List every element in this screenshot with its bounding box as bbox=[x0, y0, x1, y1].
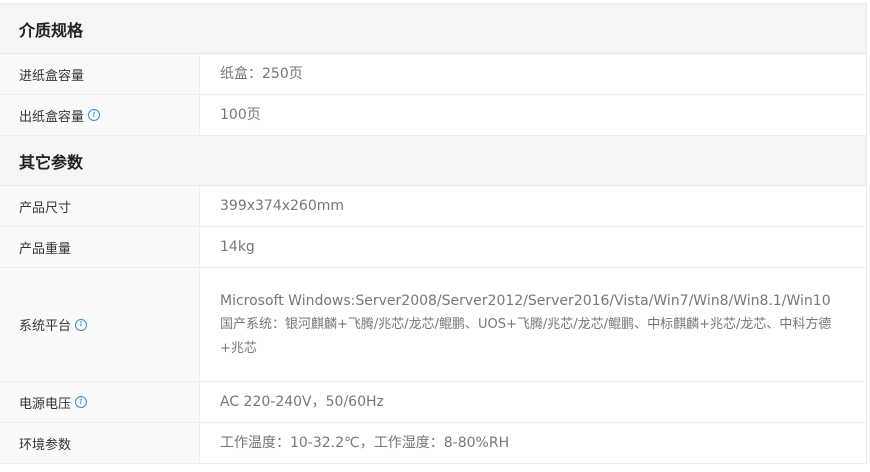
info-icon[interactable]: i bbox=[75, 396, 88, 408]
spec-row-input-tray: 进纸盒容量 纸盒：250页 bbox=[0, 54, 866, 95]
spec-label: 环境参数 bbox=[0, 423, 200, 463]
spec-value: 100页 bbox=[220, 107, 261, 123]
label-text: 出纸盒容量 bbox=[19, 109, 85, 125]
spec-value: Microsoft Windows:Server2008/Server2012/… bbox=[200, 268, 866, 381]
section-header-other: 其它参数 bbox=[0, 136, 866, 186]
os-windows-text: Microsoft Windows:Server2008/Server2012/… bbox=[220, 292, 831, 309]
label-text: 系统平台 bbox=[19, 319, 72, 334]
label-text: 产品重量 bbox=[19, 241, 72, 257]
spec-value: 14kg bbox=[220, 239, 255, 255]
spec-label: 系统平台 i bbox=[0, 268, 200, 381]
info-icon[interactable]: i bbox=[75, 318, 88, 331]
spec-label: 产品尺寸 bbox=[0, 186, 200, 226]
section-title: 介质规格 bbox=[19, 20, 84, 40]
spec-row-weight: 产品重量 14kg bbox=[0, 227, 866, 268]
section-title: 其它参数 bbox=[19, 152, 84, 172]
label-text: 进纸盒容量 bbox=[19, 68, 85, 84]
spec-row-output-tray: 出纸盒容量 i 100页 bbox=[0, 95, 866, 136]
spec-label: 产品重量 bbox=[0, 227, 200, 267]
spec-row-dimensions: 产品尺寸 399x374x260mm bbox=[0, 186, 866, 227]
spec-value: 工作温度：10-32.2℃，工作湿度：8-80%RH bbox=[220, 435, 510, 451]
os-domestic-text: 国产系统：银河麒麟+飞腾/兆芯/龙芯/鲲鹏、UOS+飞腾/兆芯/龙芯/鲲鹏、中标… bbox=[220, 316, 832, 356]
label-text: 环境参数 bbox=[19, 437, 72, 453]
spec-row-os: 系统平台 i Microsoft Windows:Server2008/Serv… bbox=[0, 268, 866, 382]
spec-label: 进纸盒容量 bbox=[0, 54, 200, 94]
spec-row-environment: 环境参数 工作温度：10-32.2℃，工作湿度：8-80%RH bbox=[0, 423, 866, 464]
spec-value: 399x374x260mm bbox=[220, 198, 345, 214]
spec-label: 电源电压 i bbox=[0, 382, 200, 422]
spec-value: AC 220-240V，50/60Hz bbox=[220, 394, 384, 410]
label-text: 产品尺寸 bbox=[19, 200, 72, 216]
spec-table: 介质规格 进纸盒容量 纸盒：250页 出纸盒容量 i 100页 其它参数 产品尺… bbox=[0, 3, 867, 464]
info-icon[interactable]: i bbox=[88, 109, 101, 121]
section-header-media: 介质规格 bbox=[0, 4, 866, 54]
spec-value: 纸盒：250页 bbox=[220, 66, 303, 82]
label-text: 电源电压 bbox=[19, 396, 72, 412]
spec-label: 出纸盒容量 i bbox=[0, 95, 200, 135]
spec-row-power: 电源电压 i AC 220-240V，50/60Hz bbox=[0, 382, 866, 423]
